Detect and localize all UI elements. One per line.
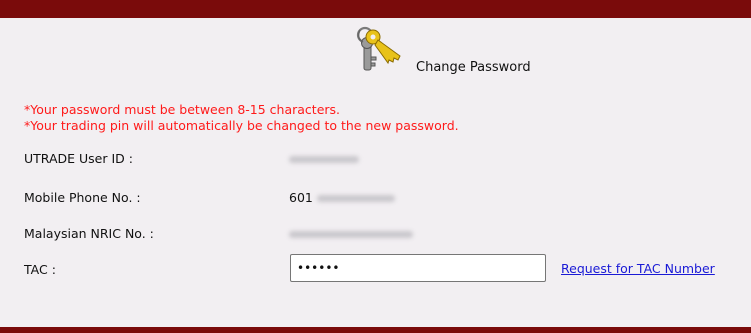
bottom-bar [0,327,751,333]
nric-redacted [289,231,413,238]
password-notes: *Your password must be between 8-15 char… [24,102,459,134]
page-title: Change Password [416,60,531,75]
user-id-label: UTRADE User ID : [24,151,133,166]
note-length: *Your password must be between 8-15 char… [24,102,341,117]
user-id-redacted [289,156,359,163]
user-id-value [289,151,359,166]
panel-header: Change Password [0,22,751,78]
change-password-panel: Change Password *Your password must be b… [0,0,751,333]
top-bar [0,0,751,18]
note-trading-pin: *Your trading pin will automatically be … [24,118,459,133]
mobile-prefix: 601 [289,190,313,205]
mobile-redacted [316,195,395,202]
nric-label: Malaysian NRIC No. : [24,226,154,241]
request-tac-link[interactable]: Request for TAC Number [561,261,715,276]
mobile-value: 601 [289,190,395,205]
nric-value [289,226,413,241]
tac-input[interactable] [290,254,546,282]
tac-label: TAC : [24,262,56,277]
mobile-label: Mobile Phone No. : [24,190,141,205]
keys-icon [356,26,401,71]
